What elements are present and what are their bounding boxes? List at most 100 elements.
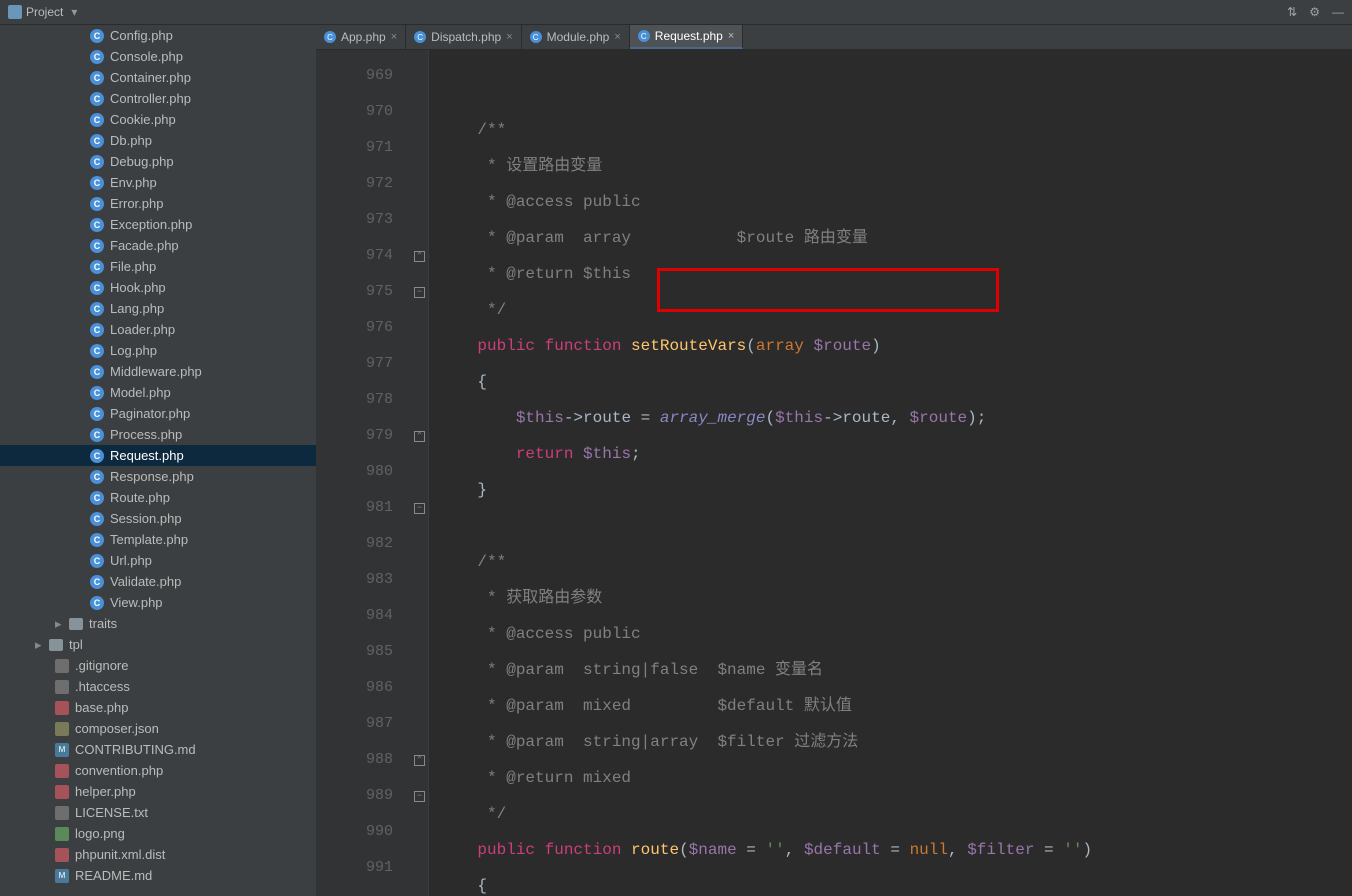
- code-line-984[interactable]: * @param string|false $name 变量名: [439, 652, 1352, 688]
- fold-marker[interactable]: [411, 310, 428, 346]
- tab-Module.php[interactable]: CModule.php×: [522, 25, 630, 49]
- fold-marker[interactable]: [411, 202, 428, 238]
- fold-marker[interactable]: [411, 94, 428, 130]
- file-Hook.php[interactable]: CHook.php: [0, 277, 316, 298]
- file-Exception.php[interactable]: CException.php: [0, 214, 316, 235]
- file-base.php[interactable]: base.php: [0, 697, 316, 718]
- file-Db.php[interactable]: CDb.php: [0, 130, 316, 151]
- file-convention.php[interactable]: convention.php: [0, 760, 316, 781]
- file-Loader.php[interactable]: CLoader.php: [0, 319, 316, 340]
- code-line-987[interactable]: * @return mixed: [439, 760, 1352, 796]
- file-Cookie.php[interactable]: CCookie.php: [0, 109, 316, 130]
- file-Console.php[interactable]: CConsole.php: [0, 46, 316, 67]
- file-Url.php[interactable]: CUrl.php: [0, 550, 316, 571]
- code-line-976[interactable]: {: [439, 364, 1352, 400]
- fold-marker[interactable]: [411, 346, 428, 382]
- file-Validate.php[interactable]: CValidate.php: [0, 571, 316, 592]
- fold-marker[interactable]: [411, 814, 428, 850]
- file-composer.json[interactable]: composer.json: [0, 718, 316, 739]
- file-Response.php[interactable]: CResponse.php: [0, 466, 316, 487]
- code-line-971[interactable]: * @access public: [439, 184, 1352, 220]
- fold-marker[interactable]: −: [411, 778, 428, 814]
- fold-marker[interactable]: [411, 562, 428, 598]
- file-Lang.php[interactable]: CLang.php: [0, 298, 316, 319]
- file-README.md[interactable]: MREADME.md: [0, 865, 316, 886]
- file-Facade.php[interactable]: CFacade.php: [0, 235, 316, 256]
- fold-marker[interactable]: ⌃: [411, 418, 428, 454]
- minimize-icon[interactable]: —: [1332, 5, 1344, 19]
- file-LICENSE.txt[interactable]: LICENSE.txt: [0, 802, 316, 823]
- code-content[interactable]: /** * 设置路由变量 * @access public * @param a…: [429, 50, 1352, 896]
- code-line-975[interactable]: public function setRouteVars(array $rout…: [439, 328, 1352, 364]
- fold-marker[interactable]: [411, 526, 428, 562]
- code-line-978[interactable]: return $this;: [439, 436, 1352, 472]
- code-line-973[interactable]: * @return $this: [439, 256, 1352, 292]
- fold-marker[interactable]: [411, 598, 428, 634]
- code-line-988[interactable]: */: [439, 796, 1352, 832]
- fold-marker[interactable]: ⌃: [411, 886, 428, 896]
- fold-marker[interactable]: [411, 382, 428, 418]
- project-tree[interactable]: CConfig.phpCConsole.phpCContainer.phpCCo…: [0, 25, 316, 896]
- file-Debug.php[interactable]: CDebug.php: [0, 151, 316, 172]
- code-line-985[interactable]: * @param mixed $default 默认值: [439, 688, 1352, 724]
- file-CONTRIBUTING.md[interactable]: MCONTRIBUTING.md: [0, 739, 316, 760]
- settings-slider-icon[interactable]: ⇅: [1287, 5, 1297, 19]
- project-label[interactable]: Project: [26, 5, 63, 19]
- file-View.php[interactable]: CView.php: [0, 592, 316, 613]
- fold-column[interactable]: ⌃−⌃−⌃−⌃: [411, 50, 429, 896]
- file-Session.php[interactable]: CSession.php: [0, 508, 316, 529]
- file-Template.php[interactable]: CTemplate.php: [0, 529, 316, 550]
- fold-marker[interactable]: [411, 130, 428, 166]
- gear-icon[interactable]: ⚙: [1309, 5, 1320, 19]
- file-Error.php[interactable]: CError.php: [0, 193, 316, 214]
- fold-marker[interactable]: −: [411, 274, 428, 310]
- code-line-986[interactable]: * @param string|array $filter 过滤方法: [439, 724, 1352, 760]
- file-.htaccess[interactable]: .htaccess: [0, 676, 316, 697]
- fold-marker[interactable]: −: [411, 490, 428, 526]
- tab-App.php[interactable]: CApp.php×: [316, 25, 406, 49]
- file-phpunit.xml.dist[interactable]: phpunit.xml.dist: [0, 844, 316, 865]
- file-Middleware.php[interactable]: CMiddleware.php: [0, 361, 316, 382]
- code-line-970[interactable]: * 设置路由变量: [439, 148, 1352, 184]
- file-Model.php[interactable]: CModel.php: [0, 382, 316, 403]
- folder-traits[interactable]: ▸traits: [0, 613, 316, 634]
- file-.gitignore[interactable]: .gitignore: [0, 655, 316, 676]
- fold-marker[interactable]: [411, 670, 428, 706]
- code-line-981[interactable]: /**: [439, 544, 1352, 580]
- file-File.php[interactable]: CFile.php: [0, 256, 316, 277]
- fold-marker[interactable]: [411, 58, 428, 94]
- tab-Request.php[interactable]: CRequest.php×: [630, 25, 744, 49]
- close-icon[interactable]: ×: [614, 31, 620, 43]
- file-Env.php[interactable]: CEnv.php: [0, 172, 316, 193]
- file-Process.php[interactable]: CProcess.php: [0, 424, 316, 445]
- code-line-979[interactable]: }: [439, 472, 1352, 508]
- fold-marker[interactable]: [411, 454, 428, 490]
- close-icon[interactable]: ×: [506, 31, 512, 43]
- close-icon[interactable]: ×: [391, 31, 397, 43]
- code-line-983[interactable]: * @access public: [439, 616, 1352, 652]
- fold-marker[interactable]: [411, 706, 428, 742]
- chevron-down-icon[interactable]: ▾: [71, 5, 77, 19]
- file-Controller.php[interactable]: CController.php: [0, 88, 316, 109]
- code-line-969[interactable]: /**: [439, 112, 1352, 148]
- file-Container.php[interactable]: CContainer.php: [0, 67, 316, 88]
- code-line-980[interactable]: [439, 508, 1352, 544]
- code-line-982[interactable]: * 获取路由参数: [439, 580, 1352, 616]
- file-Request.php[interactable]: CRequest.php: [0, 445, 316, 466]
- file-Paginator.php[interactable]: CPaginator.php: [0, 403, 316, 424]
- close-icon[interactable]: ×: [728, 30, 734, 42]
- fold-marker[interactable]: [411, 850, 428, 886]
- file-Route.php[interactable]: CRoute.php: [0, 487, 316, 508]
- fold-marker[interactable]: [411, 634, 428, 670]
- fold-marker[interactable]: [411, 166, 428, 202]
- file-Log.php[interactable]: CLog.php: [0, 340, 316, 361]
- code-line-989[interactable]: public function route($name = '', $defau…: [439, 832, 1352, 868]
- folder-tpl[interactable]: ▸tpl: [0, 634, 316, 655]
- code-line-990[interactable]: {: [439, 868, 1352, 896]
- code-line-974[interactable]: */: [439, 292, 1352, 328]
- tab-Dispatch.php[interactable]: CDispatch.php×: [406, 25, 521, 49]
- file-Config.php[interactable]: CConfig.php: [0, 25, 316, 46]
- file-helper.php[interactable]: helper.php: [0, 781, 316, 802]
- code-line-972[interactable]: * @param array $route 路由变量: [439, 220, 1352, 256]
- fold-marker[interactable]: ⌃: [411, 742, 428, 778]
